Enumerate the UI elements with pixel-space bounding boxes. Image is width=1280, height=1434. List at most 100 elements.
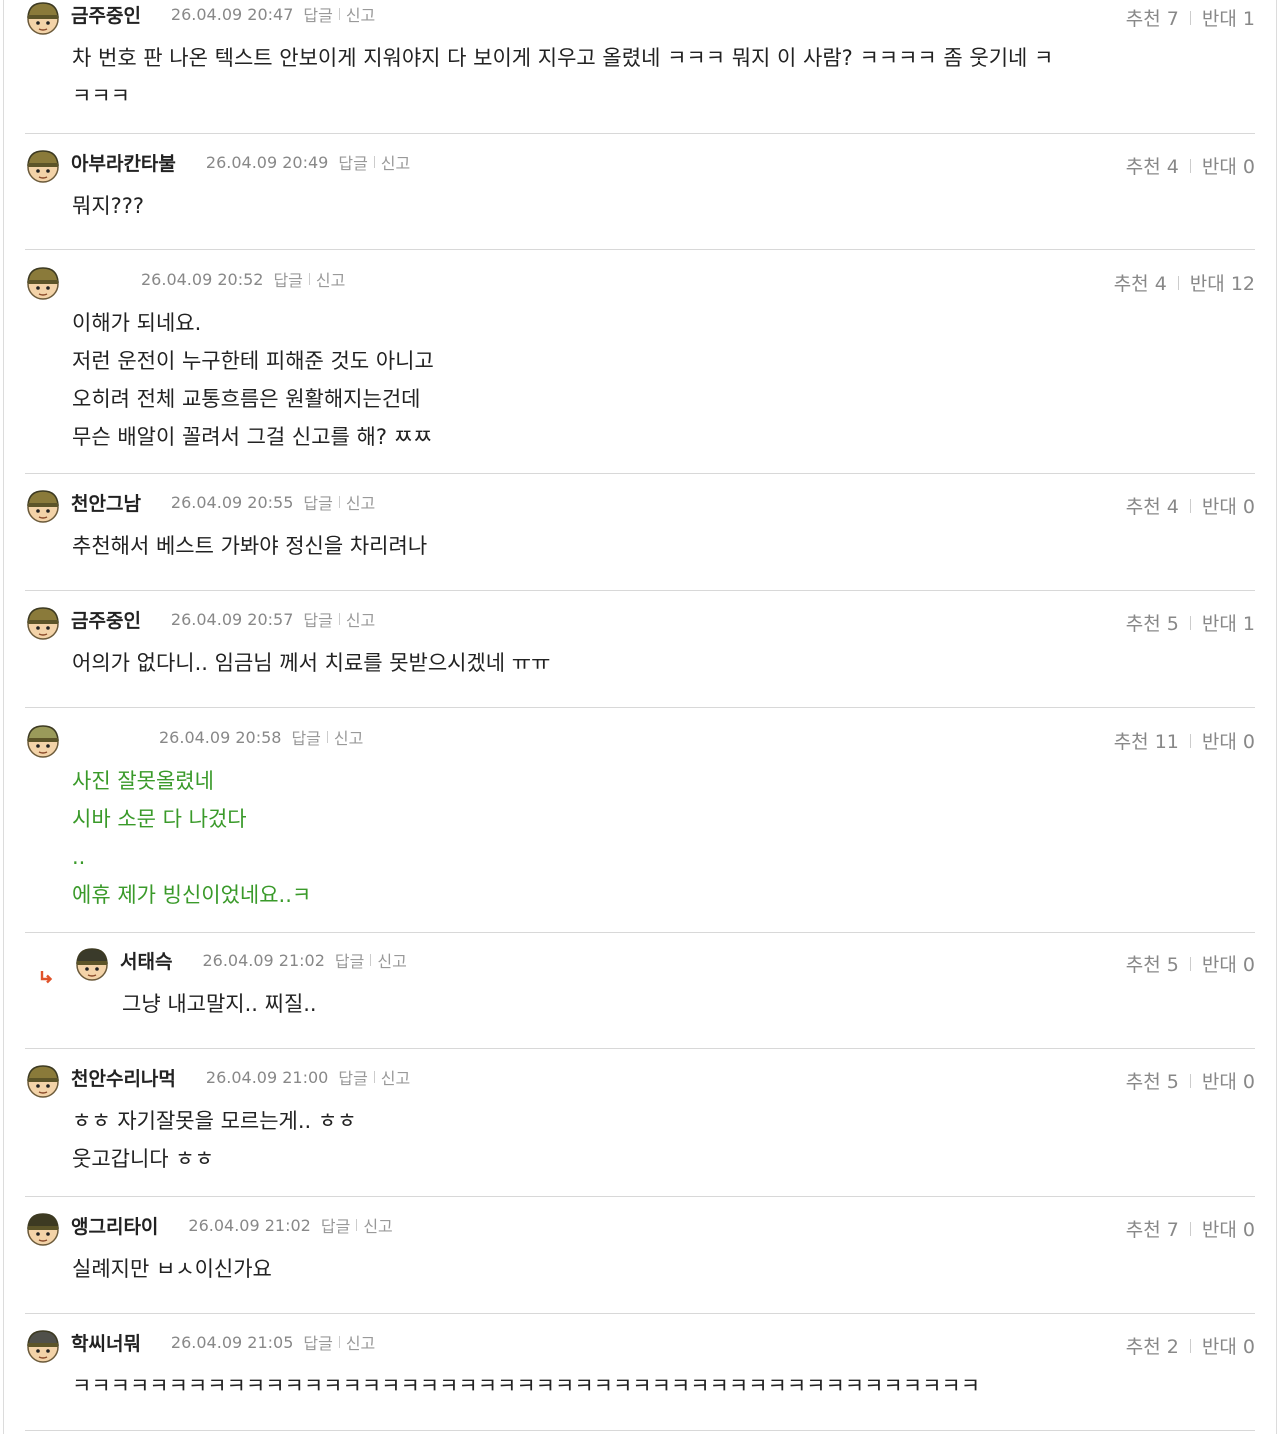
comment-body: ㅋㅋㅋㅋㅋㅋㅋㅋㅋㅋㅋㅋㅋㅋㅋㅋㅋㅋㅋㅋㅋㅋㅋㅋㅋㅋㅋㅋㅋㅋㅋㅋㅋㅋㅋㅋㅋㅋㅋㅋ… <box>72 1367 980 1405</box>
comment-line: 웃고갑니다 ㅎㅎ <box>72 1147 214 1171</box>
comment-line: 그냥 내고말지.. 찌질.. <box>122 992 317 1016</box>
report-link[interactable]: 신고 <box>346 607 375 631</box>
avatar-icon <box>27 150 59 183</box>
author-nickname[interactable]: 앵그리타이 <box>71 1212 158 1239</box>
comment-line: 에휴 제가 빙신이었네요..ㅋ <box>72 883 312 907</box>
comment-item: 금주중인 26.04.09 20:57 답글 신고 추천 5 반대 1 어의가 … <box>25 605 1255 708</box>
downvote-button[interactable]: 반대 0 <box>1202 1215 1255 1242</box>
report-link[interactable]: 신고 <box>316 267 345 291</box>
report-link[interactable]: 신고 <box>346 490 375 514</box>
divider <box>1189 956 1191 971</box>
comment-item: 천안수리나먹 26.04.09 21:00 답글 신고 추천 5 반대 0 ㅎㅎ… <box>25 1063 1255 1197</box>
divider <box>338 496 340 508</box>
reply-link[interactable]: 답글 <box>321 1213 350 1237</box>
vote-counts: 추천 7 반대 0 <box>1126 1215 1255 1242</box>
upvote-button[interactable]: 추천 2 <box>1126 1332 1179 1359</box>
comment-item: 아부라칸타불 26.04.09 20:49 답글 신고 추천 4 반대 0 뭐지… <box>25 148 1255 250</box>
divider <box>338 8 340 20</box>
upvote-button[interactable]: 추천 4 <box>1114 269 1167 296</box>
comment-line: 저런 운전이 누구한테 피해준 것도 아니고 <box>72 349 434 373</box>
reply-link[interactable]: 답글 <box>273 267 302 291</box>
downvote-button[interactable]: 반대 12 <box>1190 269 1255 296</box>
downvote-button[interactable]: 반대 0 <box>1202 727 1255 754</box>
divider <box>1189 1221 1191 1236</box>
comment-item: 천안그남 26.04.09 20:55 답글 신고 추천 4 반대 0 추천해서… <box>25 488 1255 591</box>
reply-link[interactable]: 답글 <box>338 150 367 174</box>
reply-link[interactable]: 답글 <box>338 1065 367 1089</box>
comment-header: 금주중인 26.04.09 20:57 답글 신고 <box>71 606 375 633</box>
comment-date: 26.04.09 20:47 <box>170 4 294 24</box>
divider <box>1189 1073 1191 1088</box>
upvote-button[interactable]: 추천 7 <box>1126 1215 1179 1242</box>
comment-item: 학씨너뭐 26.04.09 21:05 답글 신고 추천 2 반대 0 ㅋㅋㅋㅋ… <box>25 1328 1255 1431</box>
author-nickname[interactable]: 금주중인 <box>71 606 141 633</box>
comment-header: 26.04.09 20:58 답글 신고 <box>159 725 363 749</box>
report-link[interactable]: 신고 <box>334 725 363 749</box>
reply-link[interactable]: 답글 <box>335 948 364 972</box>
downvote-button[interactable]: 반대 1 <box>1202 4 1255 31</box>
divider <box>373 1071 375 1083</box>
comment-line: 이해가 되네요. <box>72 311 202 335</box>
author-nickname[interactable]: 서태슥 <box>120 947 172 974</box>
report-link[interactable]: 신고 <box>377 948 406 972</box>
report-link[interactable]: 신고 <box>381 150 410 174</box>
comment-header: 서태슥 26.04.09 21:02 답글 신고 <box>120 947 407 974</box>
comment-date: 26.04.09 21:00 <box>205 1067 329 1087</box>
upvote-button[interactable]: 추천 11 <box>1114 727 1179 754</box>
comment-date: 26.04.09 20:55 <box>170 492 294 512</box>
comment-header: 26.04.09 20:52 답글 신고 <box>141 267 345 291</box>
author-nickname[interactable]: 학씨너뭐 <box>71 1329 141 1356</box>
upvote-button[interactable]: 추천 4 <box>1126 492 1179 519</box>
comment-body: 그냥 내고말지.. 찌질.. <box>122 985 317 1023</box>
comment-item: 금주중인 26.04.09 20:47 답글 신고 추천 7 반대 1 차 번호… <box>25 0 1255 134</box>
divider <box>1189 1338 1191 1353</box>
vote-counts: 추천 4 반대 0 <box>1126 152 1255 179</box>
downvote-button[interactable]: 반대 0 <box>1202 1067 1255 1094</box>
vote-counts: 추천 7 반대 1 <box>1126 4 1255 31</box>
downvote-button[interactable]: 반대 0 <box>1202 152 1255 179</box>
reply-link[interactable]: 답글 <box>303 607 332 631</box>
report-link[interactable]: 신고 <box>346 1330 375 1354</box>
comment-line: 실례지만 ㅂㅅ이신가요 <box>72 1257 272 1281</box>
downvote-button[interactable]: 반대 0 <box>1202 1332 1255 1359</box>
divider <box>1189 158 1191 173</box>
upvote-button[interactable]: 추천 5 <box>1126 1067 1179 1094</box>
upvote-button[interactable]: 추천 5 <box>1126 609 1179 636</box>
report-link[interactable]: 신고 <box>346 2 375 26</box>
reply-link[interactable]: 답글 <box>303 490 332 514</box>
comment-line: 사진 잘못올렸네 <box>72 769 214 793</box>
avatar-icon <box>27 607 59 640</box>
comment-date: 26.04.09 20:57 <box>170 609 294 629</box>
upvote-button[interactable]: 추천 4 <box>1126 152 1179 179</box>
upvote-button[interactable]: 추천 7 <box>1126 4 1179 31</box>
reply-link[interactable]: 답글 <box>303 1330 332 1354</box>
divider <box>356 1219 358 1231</box>
comment-body: 사진 잘못올렸네 시바 소문 다 나겄다.. 에휴 제가 빙신이었네요..ㅋ <box>72 762 311 914</box>
comment-header: 천안그남 26.04.09 20:55 답글 신고 <box>71 489 375 516</box>
comment-header: 금주중인 26.04.09 20:47 답글 신고 <box>71 1 375 28</box>
comment-date: 26.04.09 21:02 <box>202 950 325 970</box>
comment-line: 추천해서 베스트 가봐야 정신을 차리려나 <box>72 534 428 558</box>
reply-link[interactable]: 답글 <box>291 725 320 749</box>
downvote-button[interactable]: 반대 1 <box>1202 609 1255 636</box>
report-link[interactable]: 신고 <box>381 1065 410 1089</box>
comment-date: 26.04.09 21:05 <box>170 1332 294 1352</box>
avatar-icon <box>27 725 59 758</box>
downvote-button[interactable]: 반대 0 <box>1202 950 1255 977</box>
comment-body: ㅎㅎ 자기잘못을 모르는게.. ㅎㅎ 웃고갑니다 ㅎㅎ <box>72 1102 357 1178</box>
vote-counts: 추천 5 반대 0 <box>1126 1067 1255 1094</box>
vote-counts: 추천 2 반대 0 <box>1126 1332 1255 1359</box>
report-link[interactable]: 신고 <box>363 1213 392 1237</box>
comment-item: 앵그리타이 26.04.09 21:02 답글 신고 추천 7 반대 0 실례지… <box>25 1211 1255 1314</box>
author-nickname[interactable]: 금주중인 <box>71 1 141 28</box>
divider <box>338 613 340 625</box>
author-nickname[interactable]: 아부라칸타불 <box>71 149 176 176</box>
upvote-button[interactable]: 추천 5 <box>1126 950 1179 977</box>
vote-counts: 추천 5 반대 1 <box>1126 609 1255 636</box>
reply-link[interactable]: 답글 <box>303 2 332 26</box>
author-nickname[interactable]: 천안수리나먹 <box>71 1064 176 1091</box>
author-nickname[interactable]: 천안그남 <box>71 489 141 516</box>
comment-body: 어의가 없다니.. 임금님 께서 치료를 못받으시겠네 ㅠㅠ <box>72 644 550 682</box>
downvote-button[interactable]: 반대 0 <box>1202 492 1255 519</box>
comment-body: 추천해서 베스트 가봐야 정신을 차리려나 <box>72 527 427 565</box>
